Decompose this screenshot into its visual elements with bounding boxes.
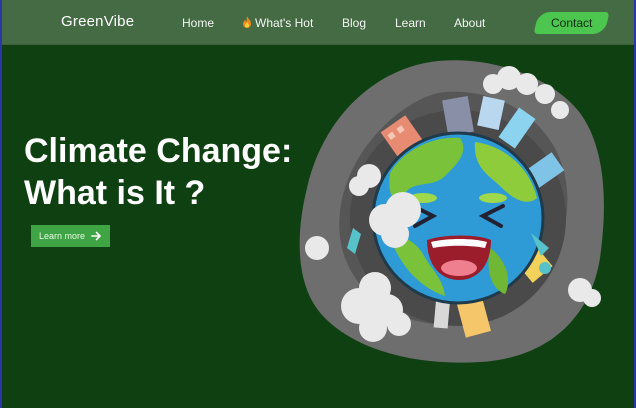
nav-link-about[interactable]: About xyxy=(454,16,485,30)
contact-button[interactable]: Contact xyxy=(533,12,610,34)
hero-title-line-1: Climate Change: xyxy=(24,132,293,170)
nav-link-label: What's Hot xyxy=(255,16,314,30)
hero-title-line-2: What is It ? xyxy=(24,174,206,212)
nav-link-blog[interactable]: Blog xyxy=(342,16,366,30)
contact-button-label: Contact xyxy=(550,16,593,30)
hero-title: Climate Change: What is It ? xyxy=(24,130,324,214)
nav-link-home[interactable]: Home xyxy=(182,16,214,30)
navbar: GreenVibe Home What's Hot Blog Learn Abo… xyxy=(2,0,634,45)
nav-link-whats-hot[interactable]: What's Hot xyxy=(242,16,313,30)
flame-icon xyxy=(243,16,251,28)
sick-earth-illustration xyxy=(299,60,604,363)
nav-link-learn[interactable]: Learn xyxy=(395,16,426,30)
brand-logo[interactable]: GreenVibe xyxy=(61,13,134,30)
page: GreenVibe Home What's Hot Blog Learn Abo… xyxy=(0,0,636,408)
learn-more-button[interactable]: Learn more xyxy=(31,225,110,247)
arrow-right-icon xyxy=(91,231,101,241)
learn-more-label: Learn more xyxy=(38,231,86,241)
